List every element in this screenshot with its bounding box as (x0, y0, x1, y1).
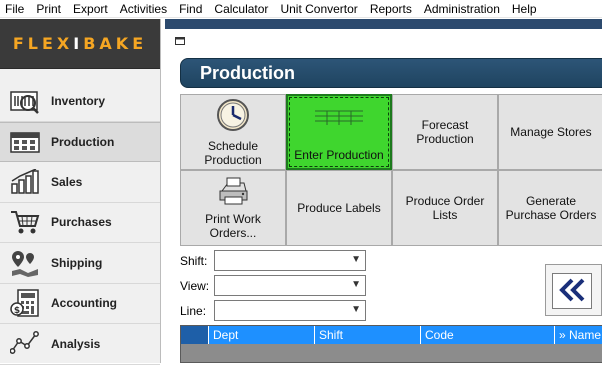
tile-label: Forecast Production (416, 118, 474, 146)
main-panel: Production Schedule Production Enter Pro… (165, 19, 602, 363)
sidebar-item-label: Inventory (51, 93, 106, 108)
menu-file[interactable]: File (0, 0, 30, 18)
menu-reports[interactable]: Reports (364, 0, 418, 18)
menu-calculator[interactable]: Calculator (208, 0, 274, 18)
form-icon (175, 36, 186, 49)
double-chevron-left-icon (557, 277, 587, 306)
shift-select[interactable]: ▼ (214, 250, 366, 271)
column-name[interactable]: » Name (555, 326, 602, 344)
manage-stores-button[interactable]: Manage Stores (498, 94, 602, 170)
menu-bar: File Print Export Activities Find Calcul… (0, 0, 602, 18)
sidebar-item-purchases[interactable]: Purchases (0, 203, 160, 243)
spreadsheet-icon (313, 103, 365, 136)
produce-labels-button[interactable]: Produce Labels (286, 170, 392, 246)
analysis-icon (9, 330, 41, 358)
grid-header: Dept Shift Code » Name (181, 326, 602, 344)
tile-label: Print Work Orders... (205, 211, 261, 240)
menu-activities[interactable]: Activities (114, 0, 173, 18)
chevron-down-icon: ▼ (351, 279, 361, 290)
print-work-orders-button[interactable]: Print Work Orders... (180, 170, 286, 246)
sidebar-item-analysis[interactable]: Analysis (0, 324, 160, 365)
menu-print[interactable]: Print (30, 0, 67, 18)
menu-administration[interactable]: Administration (418, 0, 506, 18)
sidebar-item-label: Purchases (51, 215, 112, 230)
page-title: Production (200, 63, 295, 83)
menu-find[interactable]: Find (173, 0, 208, 18)
line-select[interactable]: ▼ (214, 300, 366, 321)
accounting-icon: $ (9, 289, 41, 317)
sales-icon (9, 168, 41, 196)
top-strip (165, 19, 602, 29)
flexibake-logo: FLEXIBAKE (0, 19, 160, 69)
tile-label: Produce Order Lists (405, 194, 485, 222)
first-record-button[interactable] (552, 273, 592, 309)
tile-label: Produce Labels (297, 201, 381, 215)
sidebar-item-accounting[interactable]: $ Accounting (0, 284, 160, 324)
menu-help[interactable]: Help (506, 0, 543, 18)
printer-icon (216, 177, 250, 208)
navigation-panel (545, 264, 602, 316)
tile-label: Manage Stores (510, 125, 592, 139)
sidebar-item-sales[interactable]: Sales (0, 162, 160, 203)
inventory-icon (9, 87, 41, 115)
sidebar-item-inventory[interactable]: Inventory (0, 81, 160, 122)
column-dept[interactable]: Dept (209, 326, 315, 344)
svg-text:$: $ (14, 306, 20, 316)
grid-corner (181, 326, 209, 344)
menu-unit-convertor[interactable]: Unit Convertor (274, 0, 363, 18)
sidebar-item-shipping[interactable]: Shipping (0, 243, 160, 284)
shift-label: Shift: (180, 253, 208, 268)
sidebar-item-label: Production (51, 134, 115, 149)
column-shift[interactable]: Shift (315, 326, 421, 344)
produce-order-lists-button[interactable]: Produce Order Lists (392, 170, 498, 246)
clock-icon (216, 98, 250, 135)
tile-label: Generate Purchase Orders (505, 194, 597, 222)
generate-purchase-orders-button[interactable]: Generate Purchase Orders (498, 170, 602, 246)
menu-export[interactable]: Export (67, 0, 114, 18)
chevron-down-icon: ▼ (351, 304, 361, 315)
enter-production-button[interactable]: Enter Production (286, 94, 392, 170)
sidebar-item-label: Accounting (51, 296, 117, 311)
chevron-down-icon: ▼ (351, 254, 361, 265)
schedule-production-button[interactable]: Schedule Production (180, 94, 286, 170)
sidebar-item-label: Sales (51, 174, 83, 189)
column-code[interactable]: Code (421, 326, 555, 344)
tile-label: Enter Production (294, 147, 384, 162)
shift-row: Shift: ▼ (180, 250, 366, 271)
sidebar-item-production[interactable]: Production (0, 121, 160, 162)
line-row: Line: ▼ (180, 300, 366, 321)
sidebar-item-label: Analysis (51, 336, 101, 351)
view-row: View: ▼ (180, 275, 366, 296)
view-label: View: (180, 278, 210, 293)
forecast-production-button[interactable]: Forecast Production (392, 94, 498, 170)
shipping-icon (9, 249, 41, 277)
cart-icon (9, 208, 41, 236)
sidebar-item-label: Shipping (51, 255, 103, 270)
sidebar-nav: Inventory Production Sales Purchases Shi… (0, 81, 160, 365)
production-grid[interactable]: Dept Shift Code » Name (180, 325, 602, 363)
production-icon (9, 128, 41, 156)
tile-label: Schedule Production (204, 138, 262, 167)
view-select[interactable]: ▼ (214, 275, 366, 296)
line-label: Line: (180, 303, 207, 318)
sidebar: FLEXIBAKE Inventory Production Sales Pur… (0, 19, 161, 365)
title-bar: Production (180, 58, 602, 88)
